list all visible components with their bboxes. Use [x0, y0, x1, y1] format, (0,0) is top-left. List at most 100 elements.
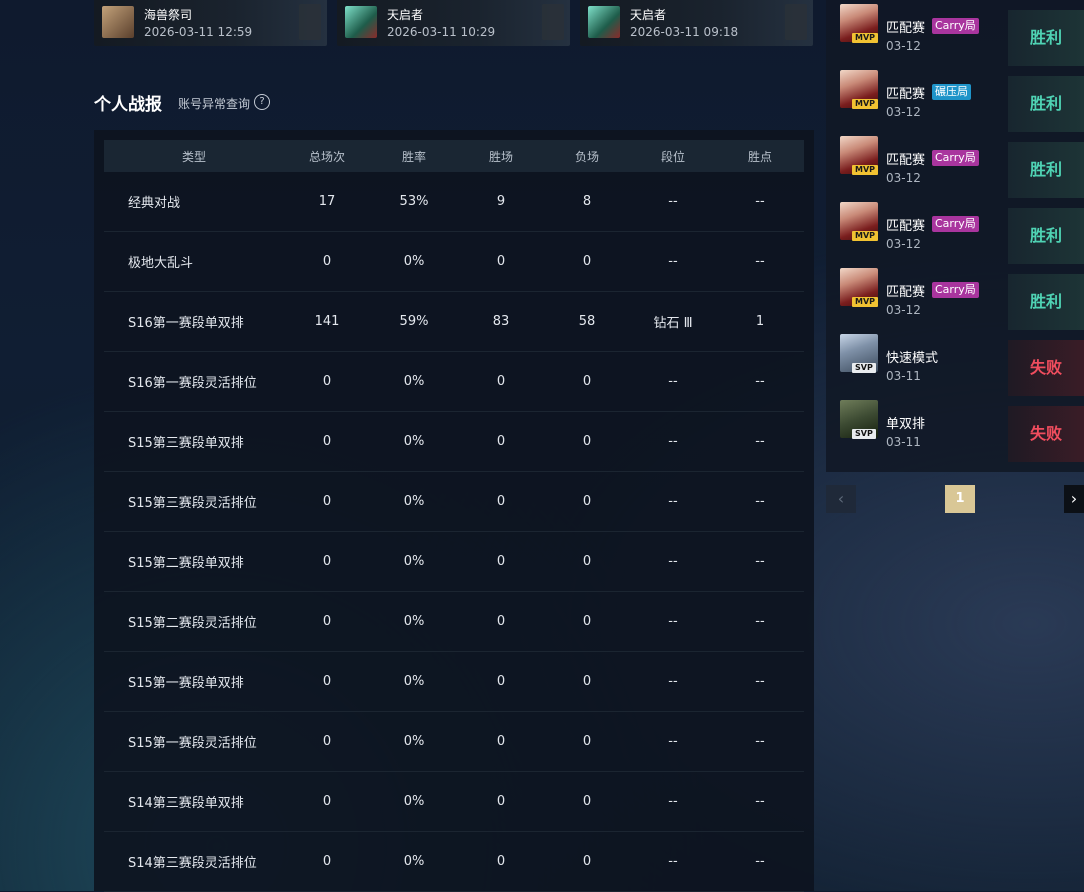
match-result: 失败 — [1008, 406, 1084, 462]
losses-cell: 0 — [544, 351, 630, 412]
match-result: 胜利 — [1008, 274, 1084, 330]
performance-badge: SVP — [852, 429, 876, 439]
points-cell: -- — [716, 531, 804, 592]
table-row: S15第二赛段单双排 0 0% 0 0 -- -- — [104, 531, 804, 592]
type-cell: 极地大乱斗 — [104, 231, 284, 292]
type-cell: S15第一赛段单双排 — [104, 651, 284, 712]
pagination-prev-button[interactable]: ‹ — [826, 485, 856, 513]
header-win-rate: 胜率 — [401, 149, 426, 164]
type-cell: S16第一赛段灵活排位 — [104, 351, 284, 412]
rank-cell: -- — [630, 471, 716, 532]
table-header-row: 类型 总场次 胜率 胜场 负场 段位 胜点 — [104, 140, 804, 172]
total-cell: 17 — [284, 172, 370, 232]
losses-cell: 0 — [544, 411, 630, 472]
pagination-next-button[interactable]: › — [1064, 485, 1084, 513]
rank-cell: -- — [630, 591, 716, 652]
wins-cell: 83 — [458, 291, 544, 352]
performance-badge: MVP — [852, 99, 879, 109]
type-cell: 经典对战 — [104, 172, 284, 232]
table-row: S15第一赛段灵活排位 0 0% 0 0 -- -- — [104, 711, 804, 772]
losses-cell: 0 — [544, 471, 630, 532]
match-item[interactable]: MVP 匹配赛 Carry局 03-12 胜利 — [826, 132, 1084, 198]
type-cell: S15第三赛段灵活排位 — [104, 471, 284, 532]
match-item[interactable]: MVP 匹配赛 碾压局 03-12 胜利 — [826, 66, 1084, 132]
table-row: S15第三赛段灵活排位 0 0% 0 0 -- -- — [104, 471, 804, 532]
champion-name: 海兽祭司 — [144, 8, 193, 22]
performance-badge: MVP — [852, 297, 879, 307]
match-result: 胜利 — [1008, 10, 1084, 66]
points-cell: -- — [716, 651, 804, 712]
match-item[interactable]: SVP 单双排 03-11 失败 — [826, 396, 1084, 462]
wins-cell: 0 — [458, 651, 544, 712]
wins-cell: 0 — [458, 591, 544, 652]
rank-cell: -- — [630, 771, 716, 832]
total-cell: 0 — [284, 531, 370, 592]
match-mode: 匹配赛 — [886, 219, 926, 234]
total-cell: 0 — [284, 351, 370, 412]
table-row: 极地大乱斗 0 0% 0 0 -- -- — [104, 231, 804, 292]
type-cell: S15第三赛段单双排 — [104, 411, 284, 472]
champion-avatar — [588, 6, 620, 38]
table-row: S16第一赛段灵活排位 0 0% 0 0 -- -- — [104, 351, 804, 412]
rank-cell: -- — [630, 351, 716, 412]
performance-badge: SVP — [852, 363, 876, 373]
table-row: S14第三赛段灵活排位 0 0% 0 0 -- -- — [104, 831, 804, 892]
match-date: 03-12 — [886, 237, 921, 251]
losses-cell: 0 — [544, 231, 630, 292]
win-rate-cell: 0% — [370, 411, 458, 472]
total-cell: 141 — [284, 291, 370, 352]
match-date: 03-12 — [886, 171, 921, 185]
header-rank: 段位 — [660, 149, 685, 164]
losses-cell: 0 — [544, 591, 630, 652]
match-mode: 匹配赛 — [886, 153, 926, 168]
account-anomaly-link[interactable]: 账号异常查询 — [178, 95, 250, 112]
wins-cell: 9 — [458, 172, 544, 232]
recent-game-card[interactable]: 海兽祭司 2026-03-11 12:59 — [94, 0, 327, 46]
table-row: S16第一赛段单双排 141 59% 83 58 钻石 Ⅲ1 — [104, 291, 804, 352]
help-icon[interactable]: ? — [254, 94, 270, 110]
losses-cell: 58 — [544, 291, 630, 352]
type-cell: S14第三赛段灵活排位 — [104, 831, 284, 892]
rank-cell: -- — [630, 231, 716, 292]
match-item[interactable]: SVP 快速模式 03-11 失败 — [826, 330, 1084, 396]
total-cell: 0 — [284, 591, 370, 652]
section-title: 个人战报 — [94, 95, 162, 115]
table-row: S14第三赛段单双排 0 0% 0 0 -- -- — [104, 771, 804, 832]
match-item[interactable]: MVP 匹配赛 Carry局 03-12 胜利 — [826, 198, 1084, 264]
points-cell: -- — [716, 231, 804, 292]
champion-name: 天启者 — [630, 8, 667, 22]
champion-name: 天启者 — [387, 8, 424, 22]
losses-cell: 0 — [544, 831, 630, 892]
match-tag: Carry局 — [932, 150, 979, 166]
recent-game-card[interactable]: 天启者 2026-03-11 09:18 — [580, 0, 813, 46]
item-thumbnail — [299, 4, 321, 40]
item-thumbnail — [785, 4, 807, 40]
match-mode: 匹配赛 — [886, 87, 926, 102]
match-result: 胜利 — [1008, 142, 1084, 198]
losses-cell: 8 — [544, 172, 630, 232]
total-cell: 0 — [284, 831, 370, 892]
win-rate-cell: 59% — [370, 291, 458, 352]
win-rate-cell: 0% — [370, 231, 458, 292]
win-rate-cell: 53% — [370, 172, 458, 232]
pagination-page-1[interactable]: 1 — [945, 485, 975, 513]
points-cell: -- — [716, 771, 804, 832]
type-cell: S14第三赛段单双排 — [104, 771, 284, 832]
performance-badge: MVP — [852, 231, 879, 241]
losses-cell: 0 — [544, 771, 630, 832]
wins-cell: 0 — [458, 531, 544, 592]
champion-avatar — [345, 6, 377, 38]
table-row: S15第三赛段单双排 0 0% 0 0 -- -- — [104, 411, 804, 472]
match-tag: Carry局 — [932, 216, 979, 232]
performance-badge: MVP — [852, 165, 879, 175]
type-cell: S15第一赛段灵活排位 — [104, 711, 284, 772]
match-mode: 单双排 — [886, 417, 926, 432]
recent-game-card[interactable]: 天启者 2026-03-11 10:29 — [337, 0, 570, 46]
match-item[interactable]: MVP 匹配赛 Carry局 03-12 胜利 — [826, 264, 1084, 330]
match-item[interactable]: MVP 匹配赛 Carry局 03-12 胜利 — [826, 0, 1084, 66]
wins-cell: 0 — [458, 351, 544, 412]
wins-cell: 0 — [458, 711, 544, 772]
match-tag: Carry局 — [932, 282, 979, 298]
type-cell: S15第二赛段灵活排位 — [104, 591, 284, 652]
win-rate-cell: 0% — [370, 651, 458, 712]
